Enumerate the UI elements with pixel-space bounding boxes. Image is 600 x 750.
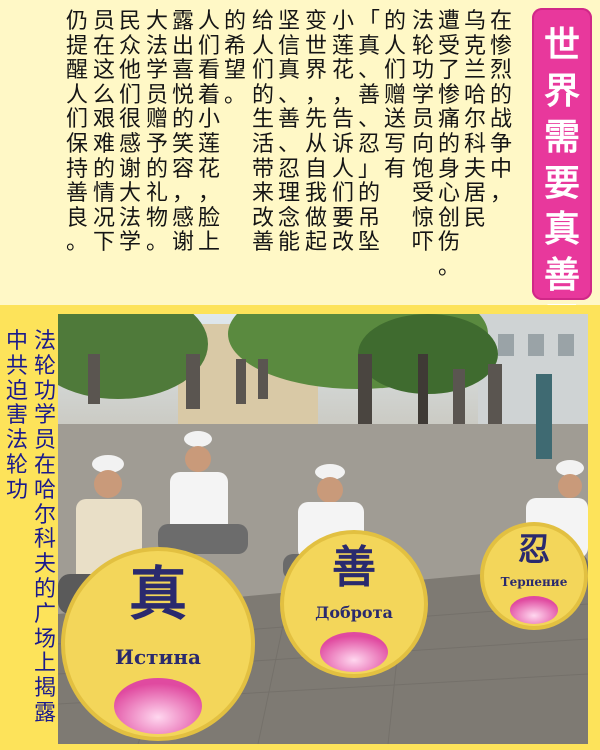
article-column: 法轮功学员向饱受惊吓 bbox=[411, 9, 434, 256]
photo: 真 Истина 善 Доброта 忍 Терпение bbox=[58, 314, 588, 744]
ren-board: 忍 Терпение bbox=[480, 522, 588, 630]
article-column: 遭受了惨痛的身心创伤。 bbox=[437, 9, 460, 280]
svg-text:善: 善 bbox=[332, 542, 376, 593]
svg-text:忍: 忍 bbox=[518, 530, 550, 568]
caption-right: 法轮功学员在哈尔科夫的广场上揭露 bbox=[33, 329, 56, 726]
caption-left: 中共迫害法轮功 bbox=[5, 329, 28, 503]
article-column: 「真、善、忍」的吊坠 bbox=[357, 9, 380, 256]
article-column: 的希望。 bbox=[223, 9, 246, 108]
article-column: 员在这么艰难的情况下 bbox=[92, 9, 115, 256]
svg-text:真: 真 bbox=[129, 560, 187, 628]
photo-illustration: 真 Истина 善 Доброта 忍 Терпение bbox=[58, 314, 588, 744]
article-column: 小莲花，告诉人们要改 bbox=[331, 9, 354, 256]
svg-text:Истина: Истина bbox=[115, 645, 201, 669]
svg-text:Терпение: Терпение bbox=[501, 575, 568, 589]
title-banner: 世界需要真善忍 bbox=[532, 8, 592, 342]
article-column: 的人们赠送写有 bbox=[383, 9, 406, 182]
article-column: 露出喜悦的笑容，感谢 bbox=[171, 9, 194, 256]
article-column: 在惨烈的战争中， bbox=[489, 9, 512, 207]
page-title: 世界需要真善忍 bbox=[543, 24, 580, 342]
article-panel: 在惨烈的战争中，乌克兰哈尔科夫居民遭受了惨痛的身心创伤。法轮功学员向饱受惊吓的人… bbox=[0, 0, 600, 342]
article-column: 变世界，先从自我做起 bbox=[304, 9, 327, 256]
article-column: 给人们的生活带来改善 bbox=[251, 9, 274, 256]
shan-board: 善 Доброта bbox=[280, 530, 428, 678]
article-column: 乌克兰哈尔科夫居民 bbox=[463, 9, 486, 231]
article-column: 大法学员赠予的礼物。 bbox=[145, 9, 168, 256]
svg-text:Доброта: Доброта bbox=[315, 603, 393, 622]
article-column: 人们看着小莲花，脸上 bbox=[197, 9, 220, 256]
article-column: 仍提醒人们保持善良。 bbox=[65, 9, 88, 256]
zhen-board: 真 Истина bbox=[61, 547, 255, 741]
article-column: 民众他们很感谢大法学 bbox=[118, 9, 141, 256]
article-column: 坚信真、善、忍理念能 bbox=[277, 9, 300, 256]
